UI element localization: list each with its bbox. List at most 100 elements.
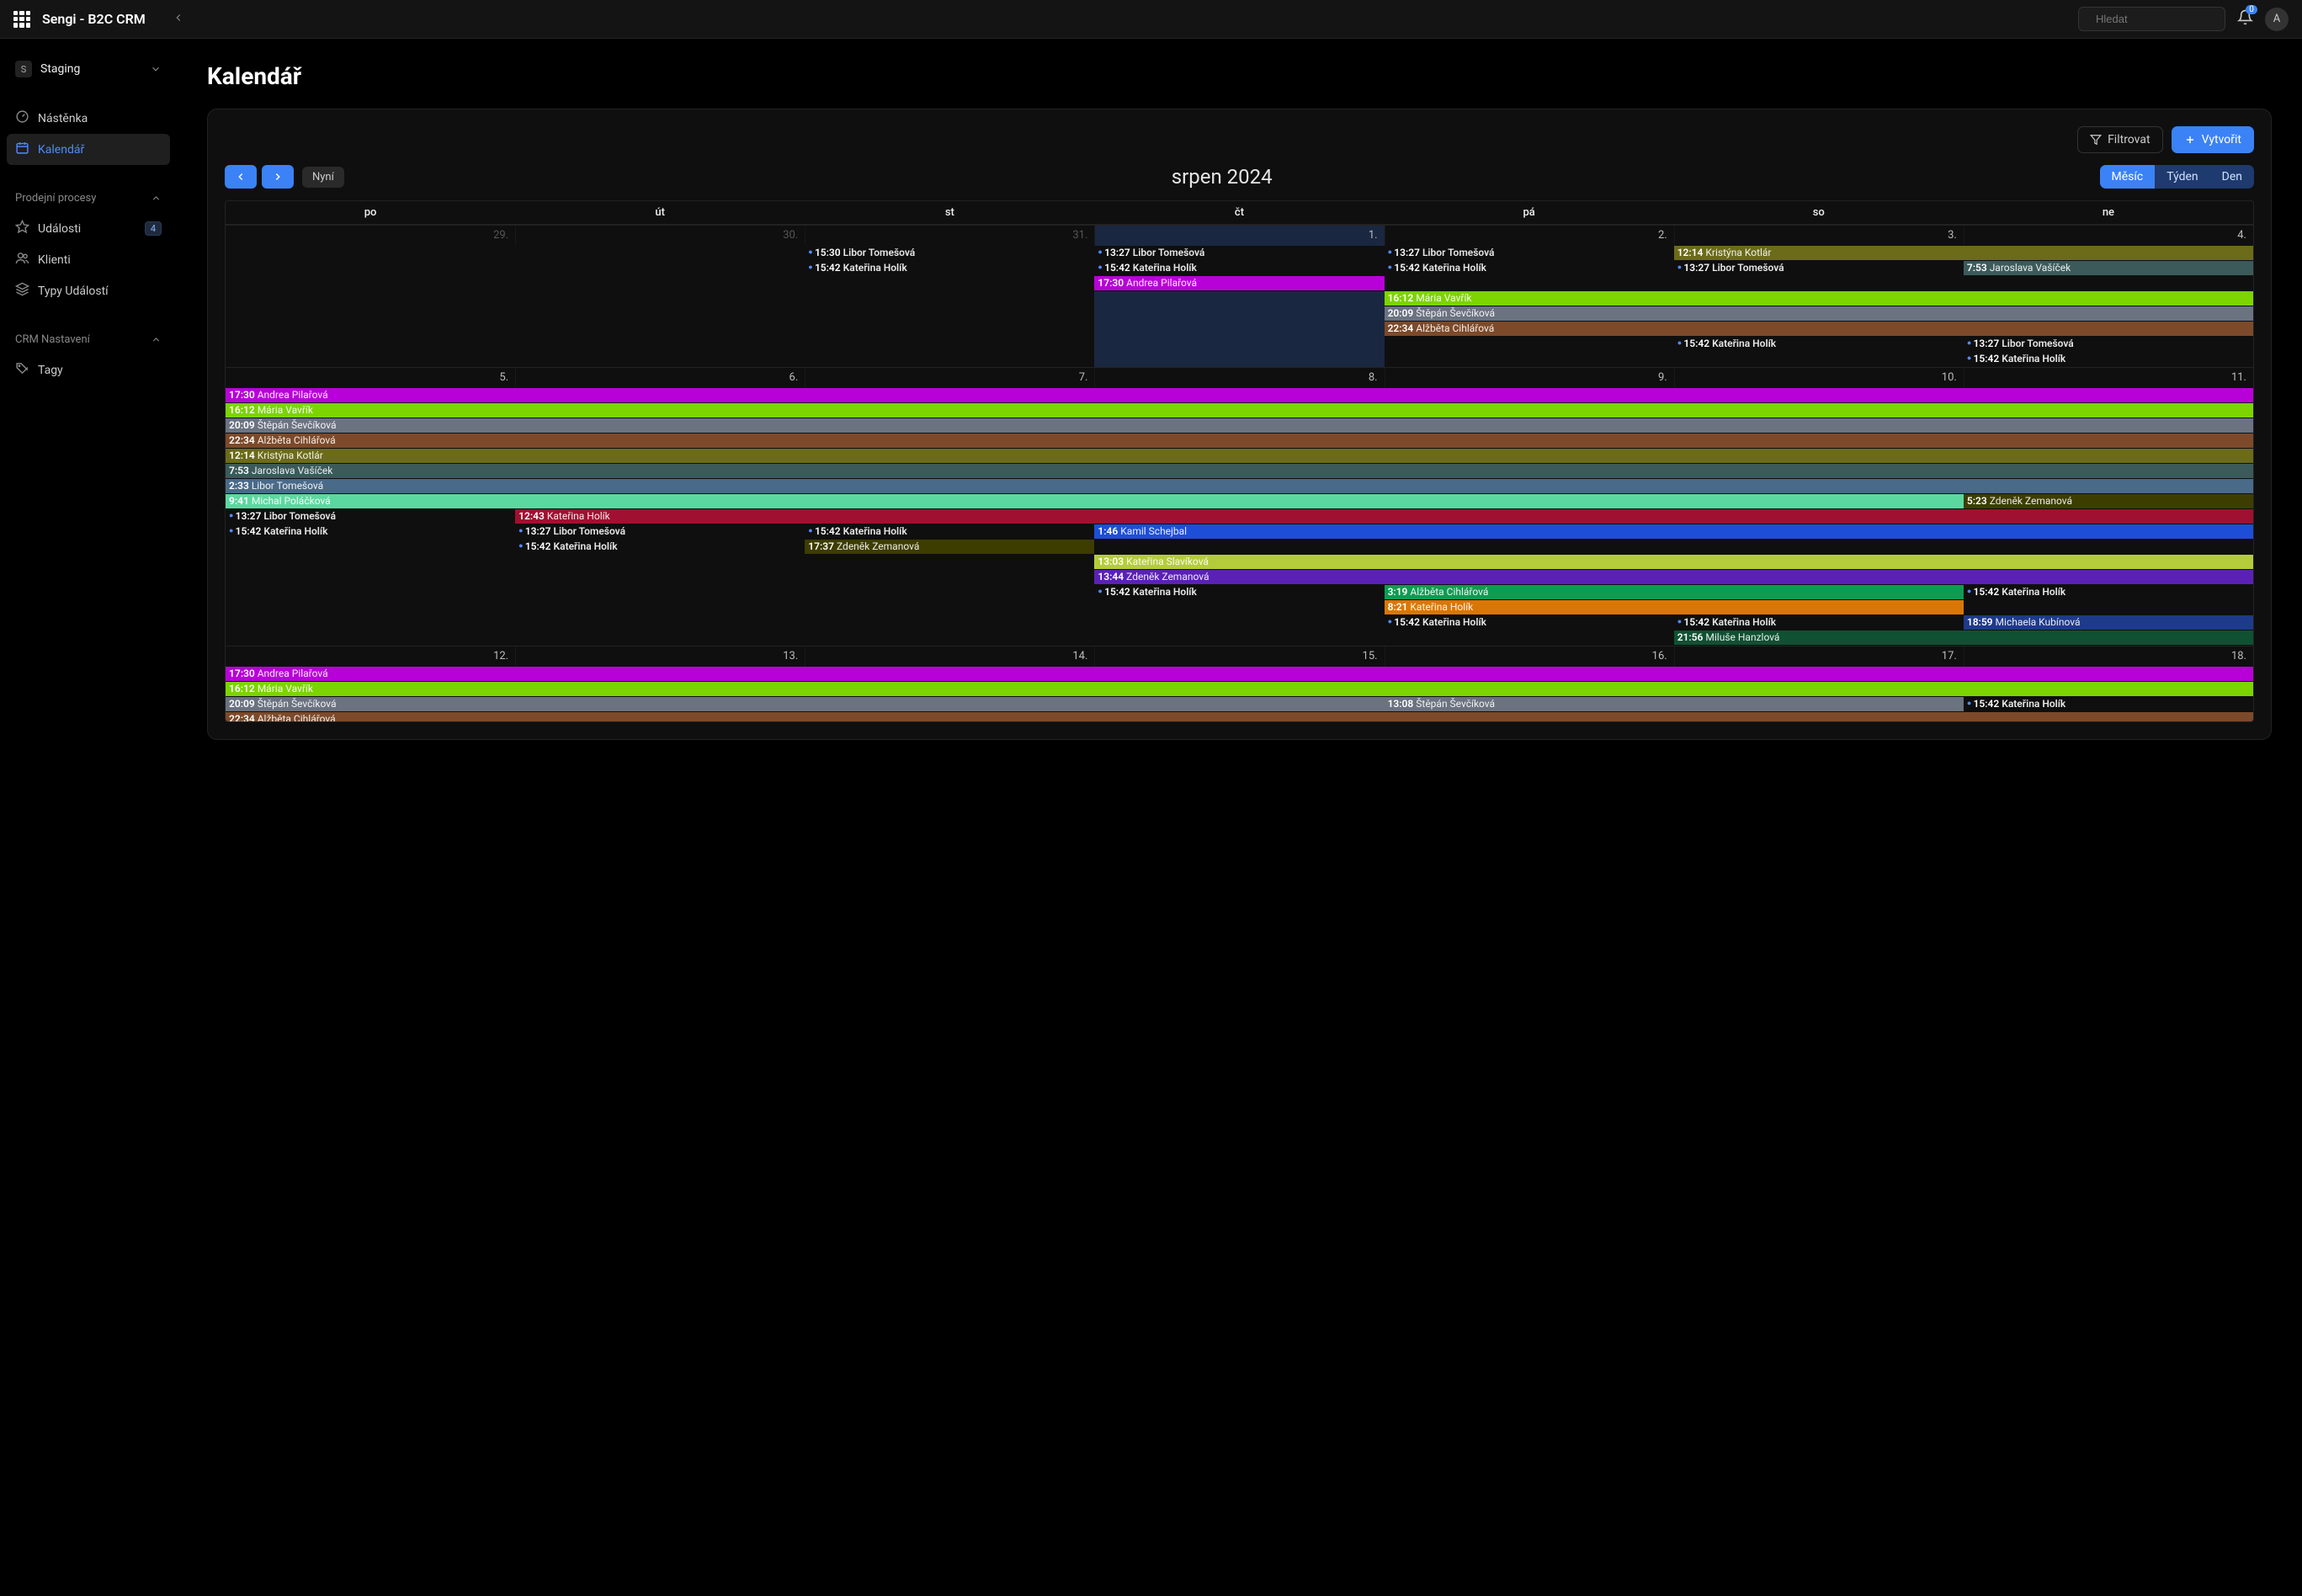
- date-cell[interactable]: 18.: [1964, 646, 2253, 667]
- calendar-event[interactable]: 15:42Kateřina Holík: [1964, 585, 2253, 599]
- calendar-event[interactable]: 21:56Miluše Hanzlová: [1674, 630, 2253, 645]
- calendar-event[interactable]: 13:27Libor Tomešová: [226, 509, 515, 524]
- sidebar-item-label: Události: [38, 222, 81, 236]
- calendar-event[interactable]: 15:42Kateřina Holík: [515, 540, 805, 554]
- calendar-event[interactable]: 3:19Alžběta Cihlářová: [1385, 585, 1964, 599]
- sidebar-section-sales[interactable]: Prodejní procesy: [7, 184, 170, 210]
- sidebar-item-kalendář[interactable]: Kalendář: [7, 134, 170, 165]
- calendar-event[interactable]: 13:27Libor Tomešová: [1385, 246, 1674, 260]
- calendar-event[interactable]: 5:23Zdeněk Zemanová: [1964, 494, 2253, 508]
- calendar-event[interactable]: 12:14Kristýna Kotlár: [1674, 246, 2253, 260]
- calendar-event[interactable]: 15:42Kateřina Holík: [805, 524, 1094, 539]
- date-cell[interactable]: 13.: [515, 646, 805, 667]
- sidebar-section-settings[interactable]: CRM Nastavení: [7, 325, 170, 351]
- date-cell[interactable]: 7.: [805, 368, 1094, 388]
- calendar-event[interactable]: 15:42Kateřina Holík: [226, 524, 515, 539]
- view-week-button[interactable]: Týden: [2155, 165, 2209, 189]
- sidebar-item-label: Nástěnka: [38, 112, 88, 125]
- date-cell[interactable]: 8.: [1094, 368, 1384, 388]
- avatar[interactable]: A: [2265, 8, 2289, 31]
- calendar-event[interactable]: 2:33Libor Tomešová: [226, 479, 2253, 493]
- calendar-event[interactable]: 15:42Kateřina Holík: [805, 261, 1094, 275]
- calendar-event[interactable]: 20:09Štěpán Ševčíková: [1385, 306, 2253, 321]
- date-cell[interactable]: 31.: [805, 226, 1094, 246]
- calendar-event[interactable]: 13:27Libor Tomešová: [515, 524, 805, 539]
- notifications-button[interactable]: 0: [2237, 9, 2253, 29]
- date-cell[interactable]: 3.: [1674, 226, 1964, 246]
- next-month-button[interactable]: [262, 165, 294, 189]
- calendar-event[interactable]: 9:41Michal Poláčková: [226, 494, 1964, 508]
- calendar-event[interactable]: 15:42Kateřina Holík: [1674, 615, 1964, 630]
- calendar-event[interactable]: 13:27Libor Tomešová: [1674, 261, 1964, 275]
- calendar-event[interactable]: 16:12Mária Vavřík: [1385, 291, 2253, 306]
- search-input[interactable]: [2078, 7, 2225, 31]
- calendar-event[interactable]: 7:53Jaroslava Vašíček: [226, 464, 2253, 478]
- create-button[interactable]: Vytvořit: [2172, 126, 2254, 153]
- date-cell[interactable]: 2.: [1385, 226, 1674, 246]
- calendar-event[interactable]: 17:30Andrea Pilařová: [226, 667, 2253, 681]
- star-icon: [15, 220, 29, 237]
- calendar-event[interactable]: 13:03Kateřina Slavíková: [1094, 555, 2253, 569]
- calendar-event[interactable]: 12:43Kateřina Holík: [515, 509, 2253, 524]
- date-cell[interactable]: 11.: [1964, 368, 2253, 388]
- sidebar-item-nástěnka[interactable]: Nástěnka: [7, 103, 170, 134]
- calendar-event[interactable]: 20:09Štěpán Ševčíková: [226, 418, 2253, 433]
- calendar-event[interactable]: 15:42Kateřina Holík: [1964, 697, 2253, 711]
- calendar-event[interactable]: 16:12Mária Vavřík: [226, 403, 2253, 418]
- date-cell[interactable]: 9.: [1385, 368, 1674, 388]
- date-cell[interactable]: 15.: [1094, 646, 1384, 667]
- date-cell[interactable]: 5.: [226, 368, 515, 388]
- date-cell[interactable]: 4.: [1964, 226, 2253, 246]
- calendar-grid[interactable]: poútstčtpásone 29.30.31.1.2.3.4.15:30Lib…: [225, 200, 2254, 722]
- date-cell[interactable]: 30.: [515, 226, 805, 246]
- sidebar-badge: 4: [145, 221, 162, 236]
- date-cell[interactable]: 17.: [1674, 646, 1964, 667]
- today-button[interactable]: Nyní: [302, 167, 344, 188]
- date-cell[interactable]: 16.: [1385, 646, 1674, 667]
- calendar-event[interactable]: 20:09Štěpán Ševčíková: [226, 697, 1385, 711]
- calendar-event[interactable]: 17:30Andrea Pilařová: [1094, 276, 1384, 290]
- calendar-event[interactable]: 15:30Libor Tomešová: [805, 246, 1094, 260]
- prev-month-button[interactable]: [225, 165, 257, 189]
- date-cell[interactable]: 12.: [226, 646, 515, 667]
- filter-button[interactable]: Filtrovat: [2077, 126, 2163, 153]
- workspace-selector[interactable]: S Staging: [7, 54, 170, 84]
- apps-menu-icon[interactable]: [13, 11, 30, 28]
- calendar-event[interactable]: 12:14Kristýna Kotlár: [226, 449, 2253, 463]
- view-month-button[interactable]: Měsíc: [2100, 165, 2156, 189]
- calendar-event[interactable]: 1:46Kamil Schejbal: [1094, 524, 2253, 539]
- date-cell[interactable]: 14.: [805, 646, 1094, 667]
- calendar-event[interactable]: 18:59Michaela Kubínová: [1964, 615, 2253, 630]
- chevron-down-icon: [150, 63, 162, 75]
- date-cell[interactable]: 29.: [226, 226, 515, 246]
- back-chevron-icon[interactable]: [173, 12, 184, 27]
- calendar-event[interactable]: 22:34Alžběta Cihlářová: [226, 434, 2253, 448]
- calendar-event[interactable]: 16:12Mária Vavřík: [226, 682, 2253, 696]
- view-day-button[interactable]: Den: [2210, 165, 2254, 189]
- calendar-event[interactable]: 13:08Štěpán Ševčíková: [1385, 697, 1964, 711]
- calendar-event[interactable]: 15:42Kateřina Holík: [1964, 352, 2253, 366]
- calendar-event[interactable]: 15:42Kateřina Holík: [1094, 261, 1384, 275]
- calendar-event[interactable]: 13:44Zdeněk Zemanová: [1094, 570, 2253, 584]
- calendar-event[interactable]: 15:42Kateřina Holík: [1674, 337, 1964, 351]
- calendar-event[interactable]: 17:30Andrea Pilařová: [226, 388, 2253, 402]
- calendar-event[interactable]: 15:42Kateřina Holík: [1385, 615, 1674, 630]
- calendar-event[interactable]: 13:27Libor Tomešová: [1094, 246, 1384, 260]
- calendar-event[interactable]: 15:42Kateřina Holík: [1094, 585, 1384, 599]
- funnel-icon: [2090, 134, 2102, 146]
- sidebar-item-klienti[interactable]: Klienti: [7, 244, 170, 275]
- calendar-event[interactable]: 8:21Kateřina Holík: [1385, 600, 1964, 614]
- sidebar-item-události[interactable]: Události 4: [7, 213, 170, 244]
- calendar-event[interactable]: 22:34Alžběta Cihlářová: [226, 712, 2253, 722]
- calendar-event[interactable]: 17:37Zdeněk Zemanová: [805, 540, 1094, 554]
- notification-badge: 0: [2246, 5, 2257, 14]
- date-cell[interactable]: 1.: [1094, 226, 1384, 246]
- sidebar-item-tagy[interactable]: Tagy: [7, 354, 170, 386]
- calendar-event[interactable]: 13:27Libor Tomešová: [1964, 337, 2253, 351]
- date-cell[interactable]: 6.: [515, 368, 805, 388]
- sidebar-item-typy-událostí[interactable]: Typy Událostí: [7, 275, 170, 306]
- calendar-event[interactable]: 15:42Kateřina Holík: [1385, 261, 1674, 275]
- date-cell[interactable]: 10.: [1674, 368, 1964, 388]
- calendar-event[interactable]: 7:53Jaroslava Vašíček: [1964, 261, 2253, 275]
- calendar-event[interactable]: 22:34Alžběta Cihlářová: [1385, 322, 2253, 336]
